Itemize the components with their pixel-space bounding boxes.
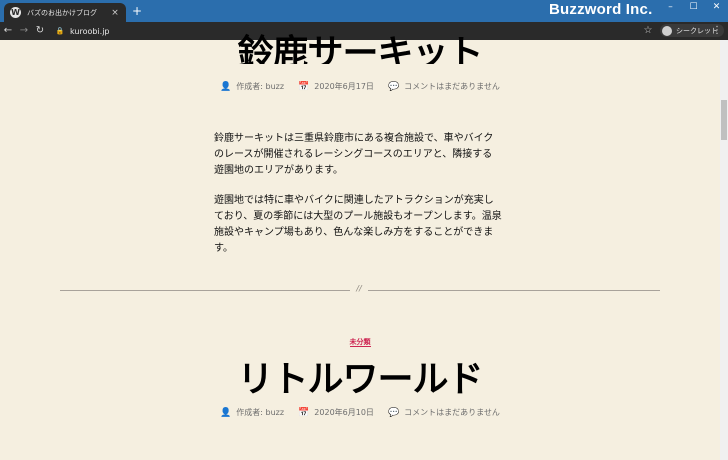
post-date: 📅 2020年6月17日 (298, 81, 374, 92)
post-meta: 👤 作成者: buzz 📅 2020年6月17日 💬 コメントはまだありません (0, 81, 720, 92)
author-link[interactable]: 作成者: buzz (236, 81, 284, 92)
new-tab-button[interactable]: + (131, 4, 143, 18)
post-paragraph: 遊園地では特に車やバイクに関連したアトラクションが充実しており、夏の季節には大型… (214, 195, 502, 254)
tab-title: バズのお出かけブログ (27, 8, 97, 17)
post-meta: 👤 作成者: buzz 📅 2020年6月10日 💬 コメントはまだありません (0, 407, 720, 418)
brand-logo: Buzzword Inc. (549, 1, 653, 18)
maximize-button[interactable]: ☐ (682, 0, 705, 14)
separator-line (60, 290, 350, 291)
comments-link[interactable]: コメントはまだありません (404, 81, 500, 92)
calendar-icon: 📅 (298, 81, 310, 92)
post-content: 鈴鹿サーキットは三重県鈴鹿市にある複合施設で、車やバイクのレースが開催されるレー… (214, 131, 502, 271)
vertical-scrollbar[interactable] (720, 40, 728, 460)
post-category: 未分類 (0, 329, 720, 348)
calendar-icon: 📅 (298, 407, 310, 418)
category-link[interactable]: 未分類 (349, 338, 371, 347)
comment-icon: 💬 (387, 81, 400, 92)
post-comments: 💬 コメントはまだありません (388, 81, 500, 92)
post-comments: 💬 コメントはまだありません (388, 407, 500, 418)
user-icon: 👤 (220, 81, 232, 92)
tab-close-icon[interactable]: × (110, 8, 120, 18)
post-author: 👤 作成者: buzz (220, 407, 284, 418)
post-date: 📅 2020年6月10日 (298, 407, 374, 418)
separator-mark: // (356, 284, 362, 293)
post-title[interactable]: 鈴鹿サーキット (0, 24, 720, 64)
date-link[interactable]: 2020年6月17日 (314, 81, 374, 92)
date-link[interactable]: 2020年6月10日 (314, 407, 374, 418)
author-link[interactable]: 作成者: buzz (236, 407, 284, 418)
separator-line (368, 290, 660, 291)
minimize-button[interactable]: – (659, 0, 682, 14)
user-icon: 👤 (220, 407, 232, 418)
title-bar: W バズのお出かけブログ × + Buzzword Inc. – ☐ ✕ (0, 0, 728, 22)
comment-icon: 💬 (387, 407, 400, 418)
wordpress-icon: W (10, 7, 21, 18)
scrollbar-thumb[interactable] (721, 100, 727, 140)
post-author: 👤 作成者: buzz (220, 81, 284, 92)
post-title[interactable]: リトルワールド (0, 350, 720, 402)
window-controls: – ☐ ✕ (659, 0, 728, 14)
post-separator: // (60, 284, 660, 293)
post-paragraph: 鈴鹿サーキットは三重県鈴鹿市にある複合施設で、車やバイクのレースが開催されるレー… (214, 133, 494, 176)
close-window-button[interactable]: ✕ (705, 0, 728, 14)
comments-link[interactable]: コメントはまだありません (404, 407, 500, 418)
browser-tab[interactable]: W バズのお出かけブログ × (4, 3, 126, 22)
